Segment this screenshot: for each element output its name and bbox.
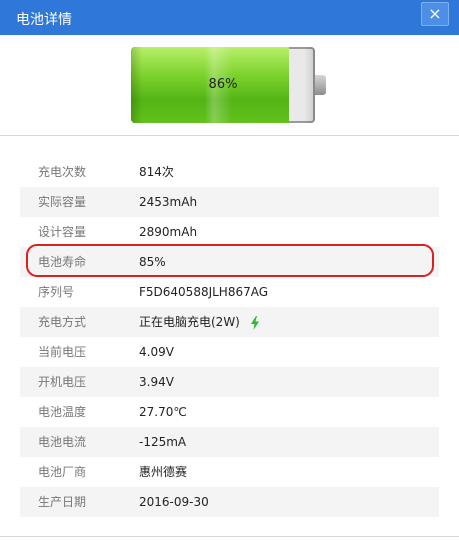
row-actual-capacity: 实际容量 2453mAh: [20, 187, 439, 217]
row-production-date: 生产日期 2016-09-30: [20, 487, 439, 517]
row-label: 序列号: [38, 285, 75, 299]
divider: [0, 536, 459, 537]
row-label: 电池温度: [38, 405, 87, 419]
battery-icon: 86%: [131, 47, 315, 123]
battery-terminal: [315, 75, 326, 95]
row-value: 4.09V: [139, 345, 174, 359]
battery-info-table: 充电次数 814次 实际容量 2453mAh 设计容量 2890mAh 电池寿命…: [20, 157, 439, 517]
battery-panel: 86%: [0, 35, 459, 136]
row-battery-temperature: 电池温度 27.70℃: [20, 397, 439, 427]
row-value: 2016-09-30: [139, 495, 209, 509]
row-label: 充电次数: [38, 165, 87, 179]
window-title: 电池详情: [16, 12, 72, 28]
row-design-capacity: 设计容量 2890mAh: [20, 217, 439, 247]
row-value: 2453mAh: [139, 195, 198, 209]
row-label: 实际容量: [38, 195, 87, 209]
close-button[interactable]: ×: [421, 2, 449, 26]
row-manufacturer: 电池厂商 惠州德赛: [20, 457, 439, 487]
close-icon: ×: [428, 4, 442, 23]
row-value: -125mA: [139, 435, 187, 449]
row-boot-voltage: 开机电压 3.94V: [20, 367, 439, 397]
battery-percent: 86%: [208, 77, 238, 92]
row-value: 3.94V: [139, 375, 174, 389]
row-value: 27.70℃: [139, 405, 187, 419]
row-label: 生产日期: [38, 495, 87, 509]
row-label: 电池电流: [38, 435, 87, 449]
lightning-icon: [250, 315, 259, 330]
row-label: 设计容量: [38, 225, 87, 239]
row-value: 正在电脑充电(2W): [139, 315, 240, 329]
row-battery-current: 电池电流 -125mA: [20, 427, 439, 457]
row-charge-mode: 充电方式 正在电脑充电(2W): [20, 307, 439, 337]
row-value-wrap: 正在电脑充电(2W): [139, 307, 260, 337]
row-label: 充电方式: [38, 315, 87, 329]
row-current-voltage: 当前电压 4.09V: [20, 337, 439, 367]
row-value: 814次: [139, 165, 174, 179]
row-value: F5D640588JLH867AG: [139, 285, 269, 299]
row-charge-count: 充电次数 814次: [20, 157, 439, 187]
row-serial-number: 序列号 F5D640588JLH867AG: [20, 277, 439, 307]
row-label: 开机电压: [38, 375, 87, 389]
row-value: 惠州德赛: [139, 465, 188, 479]
title-bar: 电池详情 ×: [0, 0, 459, 35]
battery-life-highlight: [26, 244, 434, 277]
row-value: 2890mAh: [139, 225, 198, 239]
row-label: 当前电压: [38, 345, 87, 359]
row-label: 电池厂商: [38, 465, 87, 479]
